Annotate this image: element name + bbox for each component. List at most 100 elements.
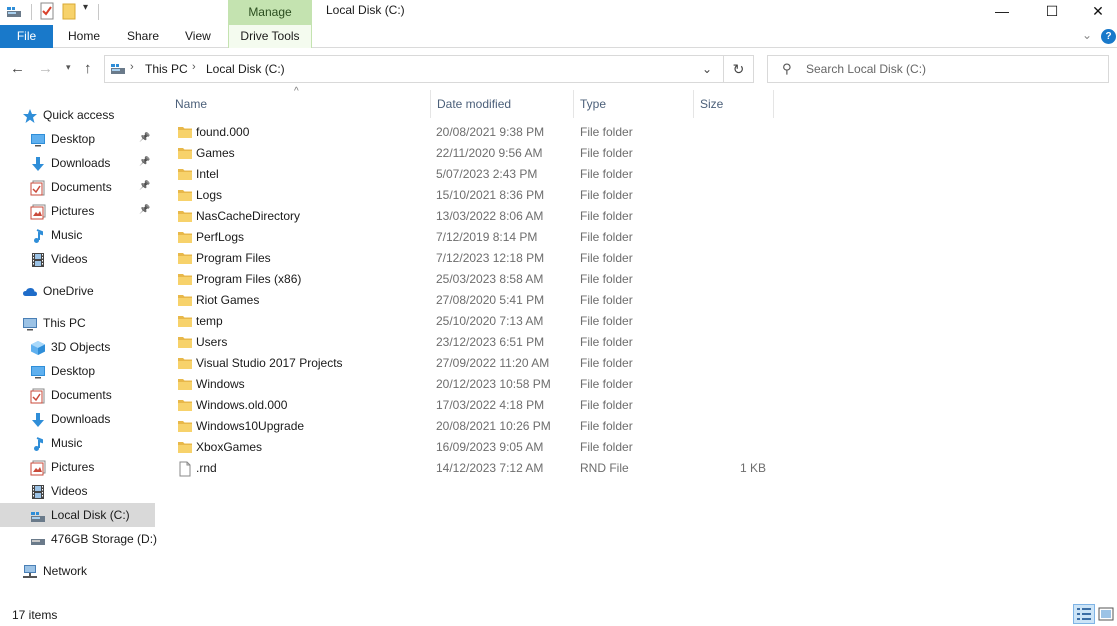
file-type: RND File xyxy=(580,461,629,475)
file-row[interactable]: Program Files 7/12/2023 12:18 PM File fold… xyxy=(169,248,769,269)
pin-icon: 📌 xyxy=(139,180,151,190)
search-box[interactable]: ⚲ xyxy=(767,55,1109,83)
file-name: found.000 xyxy=(196,125,250,139)
forward-arrow-icon[interactable]: → xyxy=(38,60,53,77)
sidebar-item-music[interactable]: Music xyxy=(0,223,155,247)
help-icon[interactable]: ? xyxy=(1101,29,1116,44)
cloud-icon xyxy=(22,284,38,300)
file-type: File folder xyxy=(580,335,633,349)
network-icon xyxy=(22,564,38,580)
documents-icon xyxy=(30,388,46,404)
chevron-down-icon[interactable]: ⌄ xyxy=(1082,28,1092,42)
sidebar-item-quick-access[interactable]: Quick access xyxy=(0,103,155,127)
file-date: 13/03/2022 8:06 AM xyxy=(436,209,544,223)
sidebar-item-downloads[interactable]: Downloads 📌 xyxy=(0,151,155,175)
drive-icon[interactable] xyxy=(6,5,22,23)
file-row[interactable]: Riot Games 27/08/2020 5:41 PM File folder xyxy=(169,290,769,311)
sidebar-item-label: Quick access xyxy=(43,108,115,122)
tab-file[interactable]: File xyxy=(0,25,53,48)
sidebar-item-local-disk-c[interactable]: Local Disk (C:) xyxy=(0,503,155,527)
breadcrumb-this-pc[interactable]: This PC xyxy=(145,62,188,76)
tab-home[interactable]: Home xyxy=(68,25,100,48)
file-row[interactable]: Visual Studio 2017 Projects 27/09/2022 11… xyxy=(169,353,769,374)
breadcrumb-chevron-icon[interactable]: › xyxy=(130,61,134,73)
details-view-icon[interactable] xyxy=(1073,604,1095,624)
file-row[interactable]: Logs 15/10/2021 8:36 PM File folder xyxy=(169,185,769,206)
sidebar-item-label: Pictures xyxy=(51,460,95,474)
file-icon xyxy=(177,461,193,477)
sidebar-item-pictures[interactable]: Pictures xyxy=(0,455,155,479)
file-type: File folder xyxy=(580,188,633,202)
column-header-name[interactable]: Name xyxy=(169,90,431,118)
properties-icon[interactable] xyxy=(40,2,54,20)
sidebar-item-documents[interactable]: Documents xyxy=(0,383,155,407)
file-name: NasCacheDirectory xyxy=(196,209,301,223)
sidebar-item-this-pc[interactable]: This PC xyxy=(0,311,155,335)
folder-icon xyxy=(177,188,193,202)
chevron-down-icon[interactable]: ⌄ xyxy=(702,62,712,76)
sidebar-item-desktop[interactable]: Desktop 📌 xyxy=(0,127,155,151)
minimize-button[interactable]: — xyxy=(979,0,1025,25)
address-bar[interactable]: › This PC › Local Disk (C:) ⌄ xyxy=(104,55,724,83)
file-row[interactable]: Intel 5/07/2023 2:43 PM File folder xyxy=(169,164,769,185)
window-title: Local Disk (C:) xyxy=(326,3,405,17)
back-arrow-icon[interactable]: ← xyxy=(10,60,25,77)
breadcrumb-local-disk[interactable]: Local Disk (C:) xyxy=(206,62,285,76)
file-date: 27/08/2020 5:41 PM xyxy=(436,293,545,307)
maximize-button[interactable]: ☐ xyxy=(1029,0,1075,25)
large-icons-view-icon[interactable] xyxy=(1098,606,1114,622)
folder-icon xyxy=(177,293,193,307)
file-row[interactable]: NasCacheDirectory 13/03/2022 8:06 AM File … xyxy=(169,206,769,227)
qat-separator xyxy=(31,4,32,20)
file-row[interactable]: PerfLogs 7/12/2019 8:14 PM File folder xyxy=(169,227,769,248)
file-row[interactable]: Users 23/12/2023 6:51 PM File folder xyxy=(169,332,769,353)
file-row[interactable]: Windows.old.000 17/03/2022 4:18 PM File fo… xyxy=(169,395,769,416)
file-date: 22/11/2020 9:56 AM xyxy=(436,146,543,160)
file-row[interactable]: XboxGames 16/09/2023 9:05 AM File folder xyxy=(169,437,769,458)
sidebar-item-videos[interactable]: Videos xyxy=(0,247,155,271)
file-row[interactable]: .rnd 14/12/2023 7:12 AM RND File 1 KB xyxy=(169,458,769,479)
file-row[interactable]: Games 22/11/2020 9:56 AM File folder xyxy=(169,143,769,164)
file-row[interactable]: temp 25/10/2020 7:13 AM File folder xyxy=(169,311,769,332)
refresh-icon[interactable]: ↻ xyxy=(724,55,754,83)
pin-icon: 📌 xyxy=(139,132,151,142)
close-button[interactable]: ✕ xyxy=(1075,0,1117,25)
breadcrumb-chevron-icon[interactable]: › xyxy=(192,61,196,73)
sidebar-item-documents[interactable]: Documents 📌 xyxy=(0,175,155,199)
file-row[interactable]: Windows 20/12/2023 10:58 PM File folder xyxy=(169,374,769,395)
sidebar-item-network[interactable]: Network xyxy=(0,559,155,583)
customize-qat-icon[interactable]: ▾ xyxy=(83,2,88,20)
sidebar-item-476gb-storage-d[interactable]: 476GB Storage (D:) xyxy=(0,527,157,551)
tab-view[interactable]: View xyxy=(185,25,211,48)
sidebar-item-onedrive[interactable]: OneDrive xyxy=(0,279,155,303)
sidebar-item-desktop[interactable]: Desktop xyxy=(0,359,155,383)
file-row[interactable]: found.000 20/08/2021 9:38 PM File folder xyxy=(169,122,769,143)
column-header-date[interactable]: Date modified xyxy=(431,90,574,118)
file-row[interactable]: Program Files (x86) 25/03/2023 8:58 AM Fil… xyxy=(169,269,769,290)
documents-icon xyxy=(30,180,46,196)
sidebar-item-pictures[interactable]: Pictures 📌 xyxy=(0,199,155,223)
search-input[interactable] xyxy=(806,57,1102,81)
file-date: 25/03/2023 8:58 AM xyxy=(436,272,544,286)
column-header-size[interactable]: Size xyxy=(694,90,774,118)
tab-manage[interactable]: Manage xyxy=(228,0,312,25)
sidebar-item-3d-objects[interactable]: 3D Objects xyxy=(0,335,155,359)
sidebar-item-videos[interactable]: Videos xyxy=(0,479,155,503)
tab-drive-tools[interactable]: Drive Tools xyxy=(228,25,312,48)
sidebar-item-music[interactable]: Music xyxy=(0,431,155,455)
up-arrow-icon[interactable]: ↑ xyxy=(84,60,92,77)
folder-icon xyxy=(177,167,193,181)
file-name: Games xyxy=(196,146,235,160)
file-row[interactable]: Windows10Upgrade 20/08/2021 10:26 PM File … xyxy=(169,416,769,437)
pin-icon: 📌 xyxy=(139,204,151,214)
sidebar-item-label: Desktop xyxy=(51,132,96,146)
file-name: XboxGames xyxy=(196,440,263,454)
new-folder-icon[interactable] xyxy=(62,2,76,20)
pictures-icon xyxy=(30,204,46,220)
pin-icon: 📌 xyxy=(139,156,151,166)
recent-locations-icon[interactable]: ▾ xyxy=(66,62,71,73)
folder-icon xyxy=(177,419,193,433)
tab-share[interactable]: Share xyxy=(127,25,159,48)
column-header-type[interactable]: Type xyxy=(574,90,694,118)
sidebar-item-downloads[interactable]: Downloads xyxy=(0,407,155,431)
